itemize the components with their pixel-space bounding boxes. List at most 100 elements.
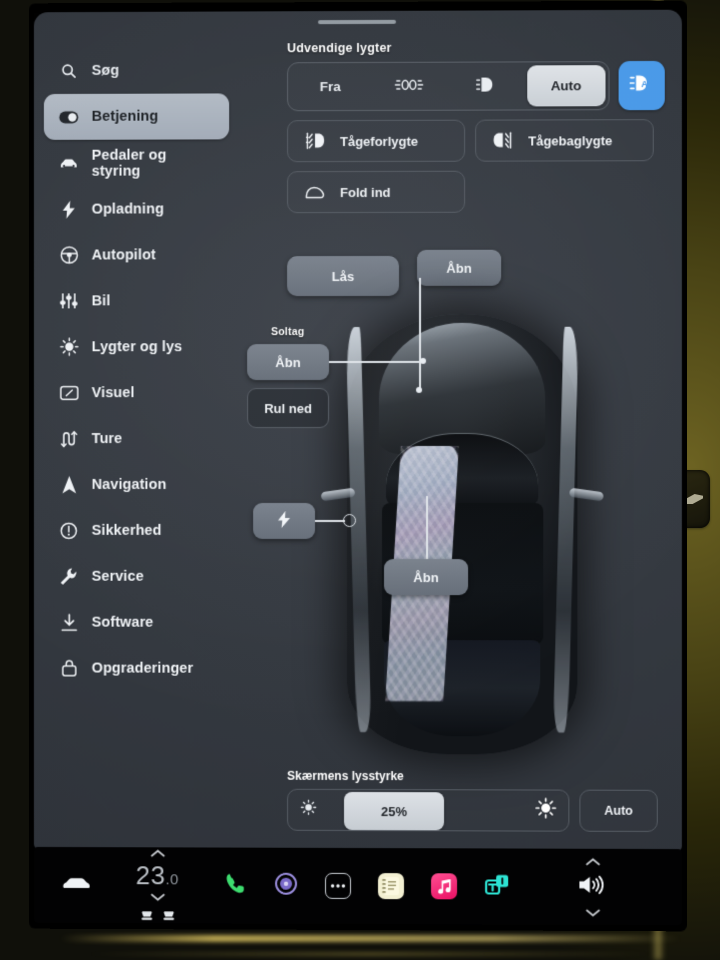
sidebar-item-betjening[interactable]: Betjening — [43, 93, 230, 140]
panel-drag-handle[interactable] — [318, 19, 397, 25]
lights-off-segment[interactable]: Fra — [291, 66, 369, 107]
front-fog-light-button[interactable]: Tågeforlygte — [287, 119, 466, 163]
sidebar-item-label: Software — [91, 614, 154, 631]
charge-port-marker — [343, 513, 357, 527]
taskbar-temperature: 23.0 — [135, 860, 180, 891]
display-icon — [56, 383, 82, 403]
chevron-up-icon[interactable] — [585, 852, 600, 870]
sidebar-item-bil[interactable]: Bil — [44, 278, 229, 323]
trunk-open-label: Åbn — [413, 569, 439, 585]
sidebar-item-visuel[interactable]: Visuel — [44, 370, 229, 415]
bolt-icon — [278, 511, 291, 531]
sidebar-item-label: Service — [91, 568, 144, 585]
more-dots-icon[interactable] — [325, 872, 352, 899]
download-icon — [56, 612, 82, 632]
sidebar-item-label: Søg — [91, 62, 120, 79]
media-icon[interactable] — [274, 871, 298, 900]
sidebar-item-label: Ture — [91, 430, 123, 447]
lights-auto-segment[interactable]: Auto — [526, 65, 606, 107]
exterior-lights-row: Fra Auto A — [287, 60, 682, 112]
sidebar-item-navigation[interactable]: Navigation — [44, 462, 229, 507]
mirror-icon — [302, 185, 328, 200]
sidebar-item-ture[interactable]: Ture — [44, 416, 229, 461]
search-icon — [56, 60, 82, 80]
sunroof-open-button[interactable]: Åbn — [247, 344, 330, 381]
brightness-slider-thumb[interactable]: 25% — [344, 791, 445, 831]
charge-port-button[interactable] — [253, 502, 316, 539]
front-fog-light-label: Tågeforlygte — [340, 133, 419, 149]
sidebar-item-label: Bil — [91, 292, 111, 309]
fold-mirrors-label: Fold ind — [340, 184, 391, 200]
phone-icon[interactable] — [223, 871, 247, 900]
sunroof-open-label: Åbn — [275, 354, 301, 370]
brightness-row: 25% Auto — [287, 788, 678, 832]
auto-highbeam-icon: A — [630, 74, 654, 97]
sidebar-item-service[interactable]: Service — [44, 554, 229, 599]
brightness-auto-button[interactable]: Auto — [579, 789, 658, 832]
parking-lights-icon — [394, 77, 424, 96]
temperature-decimal: .0 — [165, 871, 180, 889]
seat-heater-icon[interactable] — [140, 908, 153, 926]
rear-fog-light-button[interactable]: Tågebaglygte — [475, 119, 654, 162]
brightness-value: 25% — [380, 803, 408, 819]
bag-icon — [56, 658, 82, 678]
taskbar-seat-heaters — [140, 908, 175, 926]
wrench-icon — [56, 566, 82, 586]
taskbar-app-icons — [223, 871, 510, 901]
sidebar-item-label: Autopilot — [91, 246, 156, 263]
sidebar-item-software[interactable]: Software — [44, 600, 229, 645]
chevron-down-icon[interactable] — [585, 903, 600, 921]
sidebar-item-autopilot[interactable]: Autopilot — [44, 232, 229, 277]
alert-circle-icon — [56, 520, 82, 540]
frunk-leader-line — [419, 277, 421, 390]
photo-background: Søg Betjening Pedaler og styring Opladni… — [0, 0, 720, 960]
bezel-reflection-secondary — [90, 952, 650, 956]
taskbar-car-button[interactable] — [62, 874, 92, 895]
frunk-leader-dot — [416, 386, 423, 393]
fold-mirrors-button[interactable]: Fold ind — [287, 170, 466, 214]
taskbar-climate-control[interactable]: 23.0 — [118, 844, 198, 926]
taskbar-volume-control[interactable] — [577, 852, 607, 921]
chevron-up-icon[interactable] — [150, 844, 165, 862]
car-front-icon — [56, 153, 82, 173]
sidebar-item-opladning[interactable]: Opladning — [44, 186, 229, 231]
charge-port-leader-line — [315, 519, 346, 522]
sunroof-vent-label: Rul ned — [264, 400, 312, 416]
sidebar-item-label: Lygter og lys — [91, 338, 183, 355]
seat-heater-icon[interactable] — [162, 908, 175, 926]
trunk-open-button[interactable]: Åbn — [384, 559, 469, 596]
bezel-reflection — [60, 935, 680, 942]
svg-text:A: A — [641, 79, 648, 89]
sunroof-vent-button[interactable]: Rul ned — [247, 388, 330, 429]
car-icon — [62, 877, 92, 894]
sidebar-item-label: Opgraderinger — [91, 660, 194, 677]
sidebar-item-label: Betjening — [91, 108, 159, 125]
parking-lights-segment[interactable] — [370, 66, 449, 107]
settings-panel: Søg Betjening Pedaler og styring Opladni… — [33, 9, 682, 853]
sidebar-item-lygter-og-lys[interactable]: Lygter og lys — [44, 324, 229, 369]
sidebar-item-opgraderinger[interactable]: Opgraderinger — [44, 646, 229, 691]
headlight-icon — [475, 77, 498, 96]
settings-content: Udvendige lygter Fra Auto A Tågeforlygte… — [239, 40, 682, 852]
music-icon[interactable] — [431, 873, 458, 900]
notes-icon[interactable] — [378, 873, 405, 900]
sunroof-leader-line — [329, 360, 424, 363]
toggle-icon — [56, 107, 82, 127]
sidebar-item-sikkerhed[interactable]: Sikkerhed — [44, 508, 229, 553]
brightness-slider[interactable]: 25% — [287, 788, 570, 832]
sunroof-label: Soltag — [271, 326, 305, 339]
temperature-value: 23 — [135, 860, 166, 891]
trunk-leader-line — [426, 496, 428, 562]
sidebar-item-pedaler-og-styring[interactable]: Pedaler og styring — [44, 140, 229, 185]
settings-sidebar: Søg Betjening Pedaler og styring Opladni… — [34, 47, 239, 836]
bolt-icon — [56, 199, 82, 219]
sidebar-item-label: Opladning — [91, 200, 164, 218]
volume-icon[interactable] — [577, 873, 607, 900]
toolbox-app-icon[interactable] — [484, 873, 510, 900]
sidebar-item-search[interactable]: Søg — [44, 47, 229, 93]
chevron-down-icon[interactable] — [150, 888, 165, 906]
rear-fog-light-label: Tågebaglygte — [528, 132, 613, 149]
auto-highbeam-button[interactable]: A — [618, 60, 665, 111]
brightness-low-icon — [300, 799, 317, 821]
headlights-segment[interactable] — [448, 65, 527, 106]
